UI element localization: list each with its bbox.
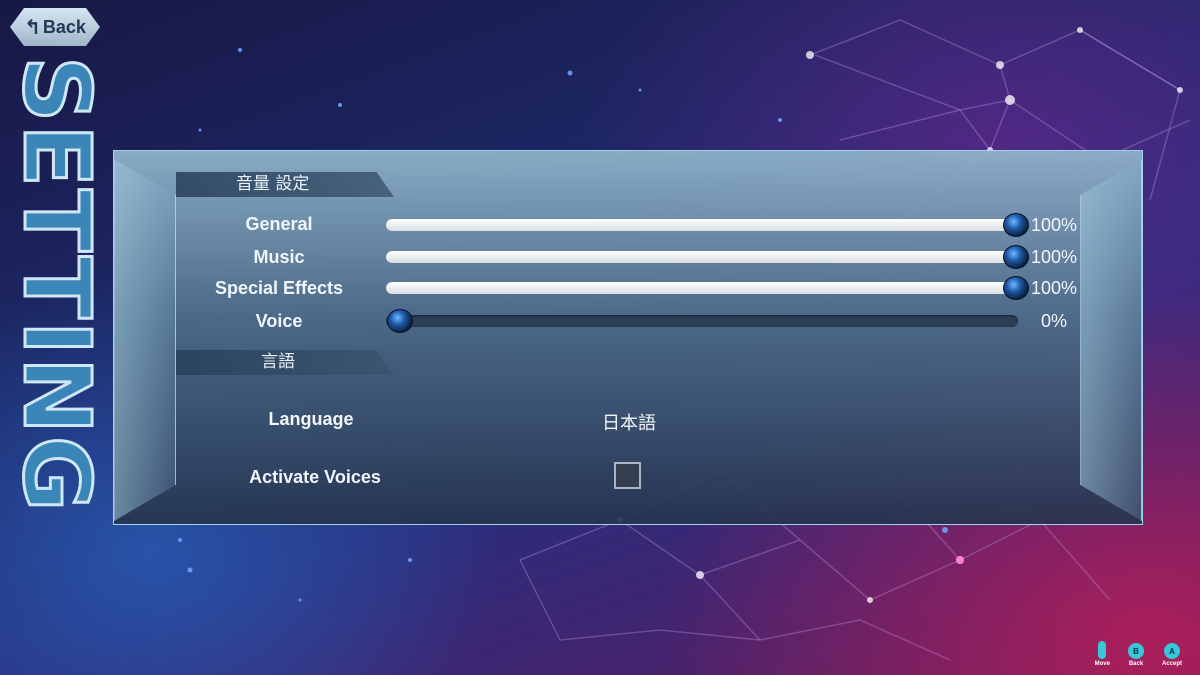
- language-label: Language: [268, 409, 354, 429]
- a-button-icon: A: [1163, 643, 1180, 659]
- voice-volume-slider[interactable]: [386, 309, 1018, 333]
- hint-move: Move: [1095, 641, 1110, 667]
- slider-value-music: 100%: [1030, 247, 1078, 267]
- slider-label-music: Music: [253, 247, 305, 267]
- slider-value-voice: 0%: [1040, 311, 1067, 331]
- volume-section-header: 音量 設定: [176, 172, 394, 197]
- slider-value-general: 100%: [1030, 215, 1078, 235]
- activate-voices-checkbox[interactable]: [614, 462, 641, 489]
- back-button[interactable]: ↰ Back: [10, 8, 100, 46]
- language-section-header: 言語: [176, 350, 394, 375]
- activate-voices-label: Activate Voices: [249, 467, 381, 487]
- language-section-title: 言語: [261, 352, 295, 372]
- settings-panel: 音量 設定 General 100% Music 100% Special Ef…: [113, 150, 1143, 525]
- special-effects-volume-slider[interactable]: [386, 276, 1029, 300]
- hint-label: Accept: [1161, 661, 1182, 667]
- control-hints: Move B Back A Accept: [1095, 641, 1182, 667]
- back-button-label: Back: [42, 16, 86, 37]
- volume-section-title: 音量 設定: [236, 174, 310, 194]
- slider-fill: [386, 251, 1018, 263]
- slider-label-general: General: [245, 214, 313, 234]
- page-title: SETTING: [10, 56, 102, 515]
- slider-fill: [386, 219, 1018, 231]
- slider-label-voice: Voice: [255, 311, 303, 331]
- back-arrow-icon: ↰: [24, 16, 41, 39]
- slider-label-special-effects: Special Effects: [214, 278, 344, 298]
- hint-label: Back: [1128, 661, 1144, 667]
- page-title-container: SETTING: [10, 56, 102, 621]
- b-button-icon: B: [1127, 643, 1144, 659]
- slider-fill: [386, 282, 1018, 294]
- music-volume-slider[interactable]: [386, 245, 1029, 269]
- hint-accept: A Accept: [1162, 643, 1182, 667]
- hint-back: B Back: [1127, 643, 1144, 667]
- general-volume-slider[interactable]: [386, 213, 1029, 237]
- slider-value-special-effects: 100%: [1030, 278, 1078, 298]
- slider-knob[interactable]: [386, 309, 413, 333]
- hint-label: Move: [1094, 661, 1110, 667]
- panel-right-wing: [1080, 159, 1142, 521]
- dpad-icon: [1098, 641, 1107, 659]
- language-selector[interactable]: 日本語: [584, 409, 674, 435]
